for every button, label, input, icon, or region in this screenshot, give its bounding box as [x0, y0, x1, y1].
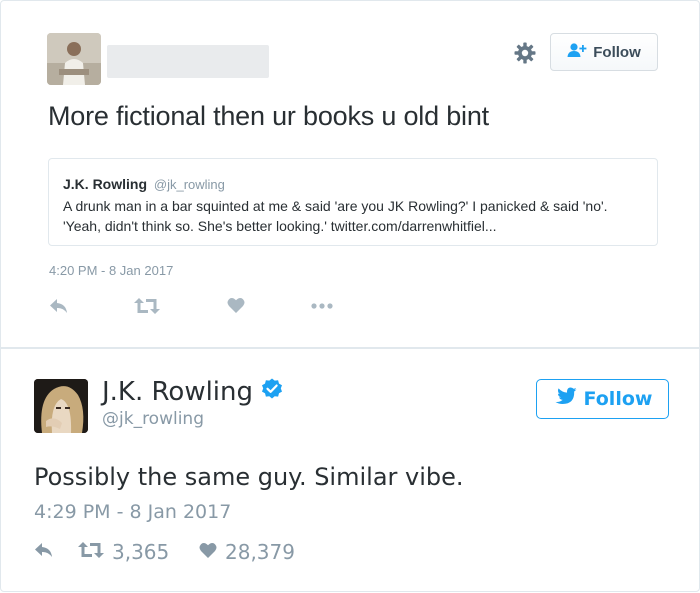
- heart-icon[interactable]: [227, 297, 245, 317]
- follow-button[interactable]: Follow: [550, 33, 658, 71]
- reply-button[interactable]: [34, 541, 54, 563]
- bird-icon: [553, 387, 577, 412]
- follow-button[interactable]: Follow: [536, 379, 669, 419]
- follow-label: Follow: [583, 388, 653, 410]
- tweet-card-2: J.K. Rowling @jk_rowling Follow Possibly…: [0, 348, 700, 592]
- more-icon[interactable]: [311, 297, 333, 317]
- verified-badge-icon: [261, 377, 283, 407]
- retweet-count: 3,365: [112, 540, 170, 564]
- avatar[interactable]: [47, 33, 101, 85]
- quoted-tweet-header: J.K. Rowling @jk_rowling: [63, 175, 643, 194]
- quoted-tweet-text: A drunk man in a bar squinted at me & sa…: [63, 198, 608, 234]
- redacted-author-name: [107, 45, 269, 78]
- retweet-icon: [78, 540, 104, 564]
- retweet-button[interactable]: 3,365: [78, 540, 170, 564]
- timestamp[interactable]: 4:29 PM - 8 Jan 2017: [34, 501, 231, 523]
- author-name-row: J.K. Rowling: [102, 377, 283, 407]
- quoted-author-handle: @jk_rowling: [153, 177, 225, 192]
- tweet-text: More fictional then ur books u old bint: [48, 101, 489, 131]
- reply-icon[interactable]: [49, 297, 69, 317]
- reply-icon: [34, 540, 54, 564]
- add-user-icon: [567, 42, 587, 62]
- author-handle[interactable]: @jk_rowling: [102, 409, 204, 429]
- follow-label: Follow: [593, 43, 641, 61]
- author-name[interactable]: J.K. Rowling: [102, 377, 253, 407]
- heart-icon: [199, 540, 217, 564]
- gear-icon[interactable]: [513, 41, 537, 65]
- like-count: 28,379: [225, 540, 295, 564]
- tweet-card-1: Follow More fictional then ur books u ol…: [0, 0, 700, 348]
- tweet-text: Possibly the same guy. Similar vibe.: [34, 463, 464, 491]
- retweet-icon[interactable]: [134, 297, 160, 317]
- avatar[interactable]: [34, 379, 88, 433]
- quoted-tweet[interactable]: J.K. Rowling @jk_rowling A drunk man in …: [48, 158, 658, 246]
- quoted-author-name: J.K. Rowling: [63, 176, 147, 192]
- timestamp[interactable]: 4:20 PM - 8 Jan 2017: [49, 263, 173, 278]
- like-button[interactable]: 28,379: [199, 540, 295, 564]
